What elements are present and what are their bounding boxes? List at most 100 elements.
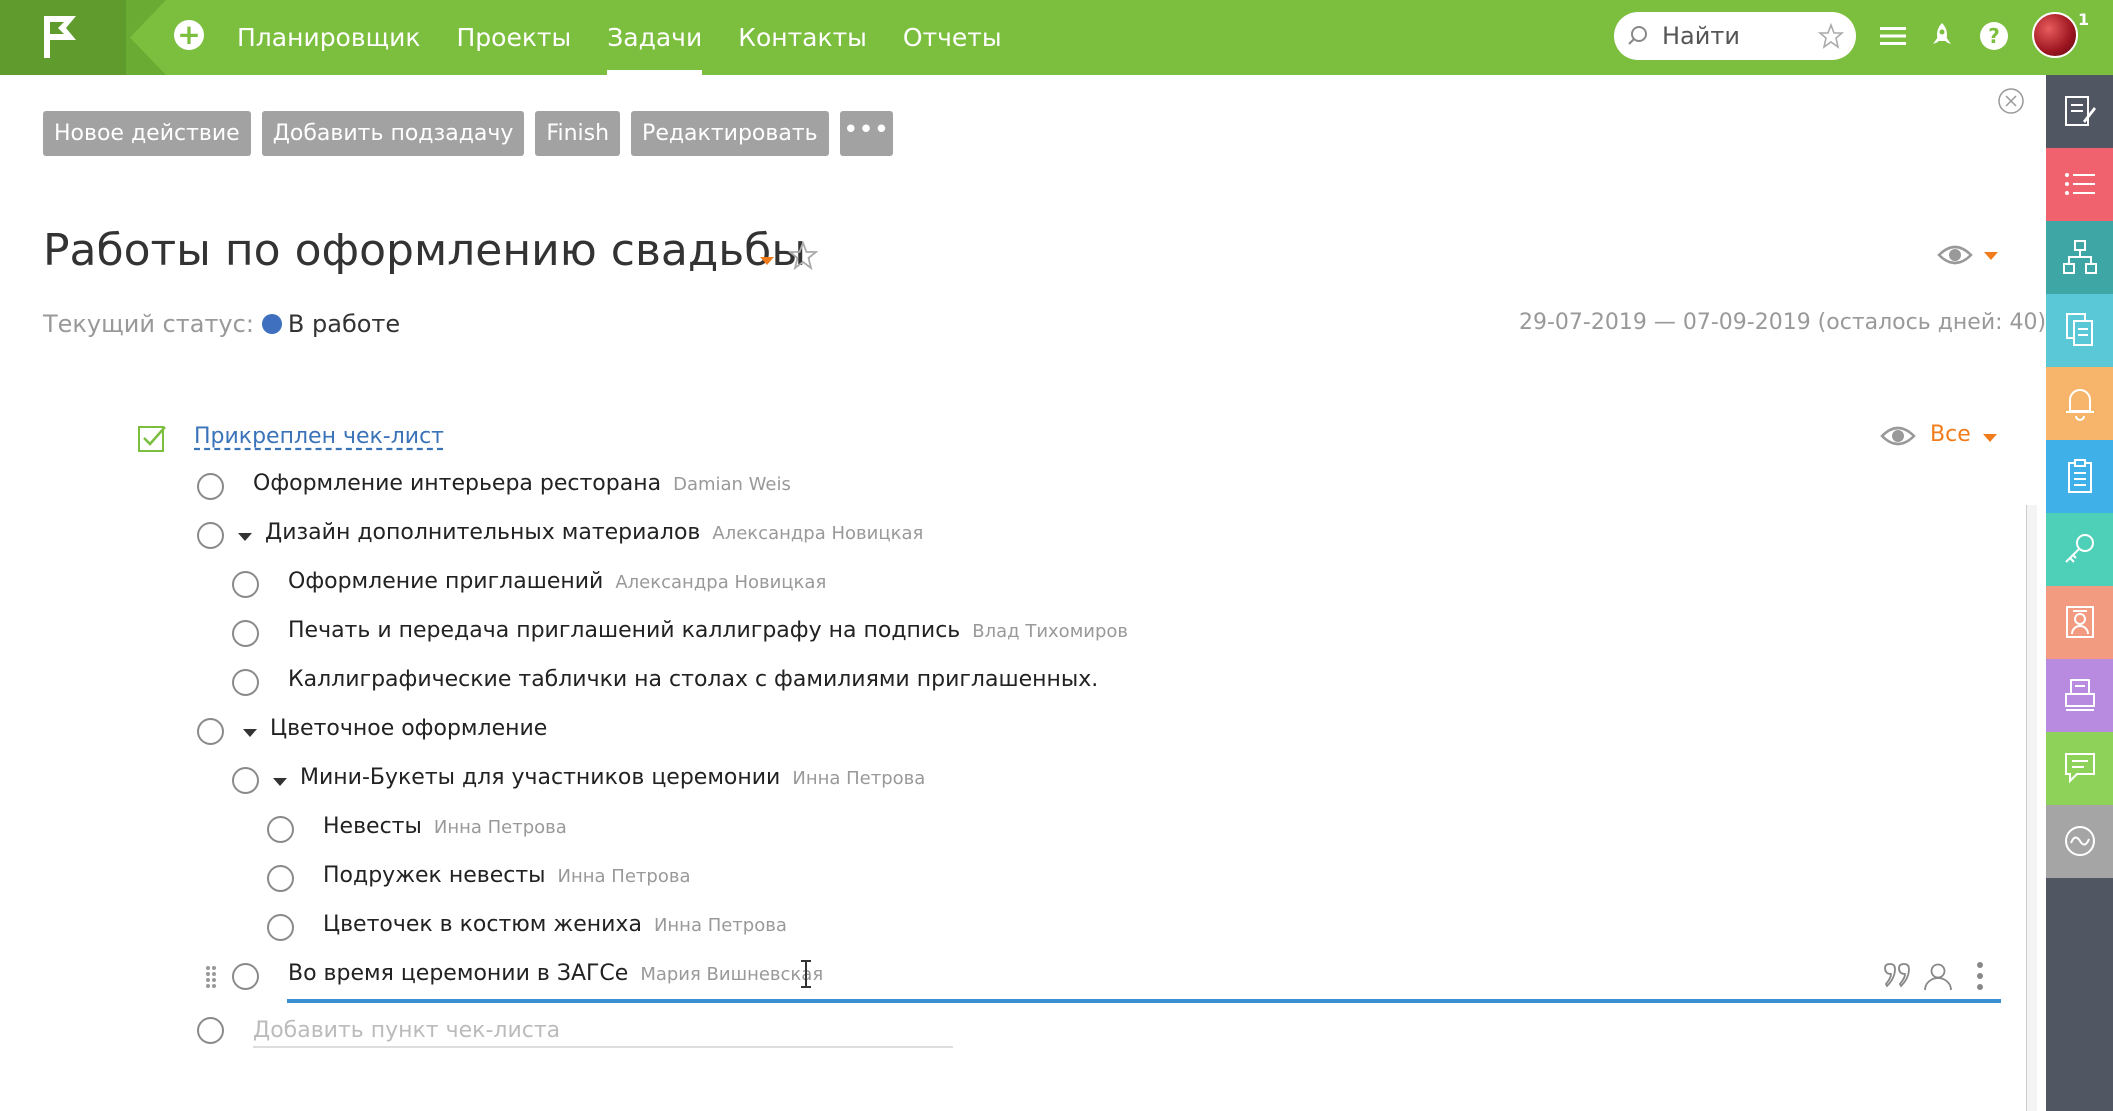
item-assignee[interactable]: Мария Вишневская xyxy=(640,964,823,985)
sidebar-list[interactable] xyxy=(2046,148,2113,221)
top-navigation-bar: + Планировщик Проекты Задачи Контакты От… xyxy=(0,0,2113,75)
item-text[interactable]: Дизайн дополнительных материалов xyxy=(265,520,700,545)
add-item-underline xyxy=(253,1046,953,1048)
task-dates: 29-07-2019 — 07-09-2019 (осталось дней: … xyxy=(1519,310,2047,335)
sidebar-notifications[interactable] xyxy=(2046,367,2113,440)
status-dot-icon xyxy=(261,314,282,334)
status-value[interactable]: В работе xyxy=(288,310,400,338)
nav-projects[interactable]: Проекты xyxy=(456,0,571,75)
add-item-checkbox xyxy=(197,1017,224,1044)
vertical-scrollbar[interactable] xyxy=(2026,505,2037,1111)
chat-icon xyxy=(2065,753,2095,784)
sidebar-chat[interactable] xyxy=(2046,732,2113,805)
assign-user-icon[interactable] xyxy=(1922,960,1954,992)
sidebar-documents[interactable] xyxy=(2046,294,2113,367)
more-button[interactable]: ••• xyxy=(839,111,893,156)
favorite-star-icon[interactable] xyxy=(787,240,819,272)
search-input[interactable]: Найти xyxy=(1662,12,1740,60)
item-text[interactable]: Во время церемонии в ЗАГСе xyxy=(288,961,628,986)
nav-planner[interactable]: Планировщик xyxy=(237,0,420,75)
quote-icon[interactable] xyxy=(1881,960,1913,992)
eye-icon[interactable] xyxy=(1880,423,1916,449)
item-assignee[interactable]: Damian Weis xyxy=(673,474,791,495)
logo-wedge xyxy=(120,0,166,75)
item-assignee[interactable]: Влад Тихомиров xyxy=(972,621,1128,642)
sidebar-edit-doc[interactable] xyxy=(2046,75,2113,148)
drag-handle-icon[interactable] xyxy=(204,964,218,990)
eye-icon[interactable] xyxy=(1937,242,1973,268)
item-checkbox[interactable] xyxy=(232,767,259,794)
more-vertical-icon[interactable] xyxy=(1964,960,1996,992)
rocket-icon[interactable] xyxy=(1926,20,1958,52)
item-checkbox[interactable] xyxy=(232,669,259,696)
text-cursor-icon xyxy=(801,960,811,988)
item-text[interactable]: Печать и передача приглашений каллиграфу… xyxy=(288,618,960,643)
main-nav: Планировщик Проекты Задачи Контакты Отче… xyxy=(237,0,1038,75)
menu-icon[interactable] xyxy=(1877,20,1909,52)
item-text[interactable]: Цветочек в костюм жениха xyxy=(323,912,642,937)
item-text[interactable]: Подружек невесты xyxy=(323,863,546,888)
sidebar-print[interactable] xyxy=(2046,659,2113,732)
sidebar-keys[interactable] xyxy=(2046,513,2113,586)
checkbox-checked-icon[interactable] xyxy=(137,423,167,453)
nav-tasks[interactable]: Задачи xyxy=(607,0,702,75)
nav-reports[interactable]: Отчеты xyxy=(903,0,1002,75)
create-plus-button[interactable]: + xyxy=(174,20,204,50)
list-icon xyxy=(2065,173,2095,195)
favorite-star-icon[interactable] xyxy=(1818,23,1844,49)
expand-caret-icon[interactable] xyxy=(238,533,252,541)
sidebar-clipboard[interactable] xyxy=(2046,440,2113,513)
add-checklist-item-input[interactable]: Добавить пункт чек-листа xyxy=(253,1018,560,1043)
item-assignee[interactable]: Инна Петрова xyxy=(558,866,691,887)
task-title: Работы по оформлению свадьбы xyxy=(43,225,807,276)
title-dropdown-caret-icon[interactable] xyxy=(760,257,774,265)
item-assignee[interactable]: Инна Петрова xyxy=(434,817,567,838)
sidebar-hierarchy[interactable] xyxy=(2046,221,2113,294)
nav-contacts[interactable]: Контакты xyxy=(738,0,867,75)
edit-button[interactable]: Редактировать xyxy=(631,111,829,156)
item-text[interactable]: Оформление интерьера ресторана xyxy=(253,471,661,496)
filter-caret-icon[interactable] xyxy=(1983,434,1997,442)
item-checkbox[interactable] xyxy=(197,522,224,549)
item-checkbox[interactable] xyxy=(232,571,259,598)
watch-dropdown-caret-icon[interactable] xyxy=(1984,252,1998,260)
logo-block[interactable] xyxy=(0,0,126,75)
documents-icon xyxy=(2066,313,2093,346)
item-assignee[interactable]: Инна Петрова xyxy=(792,768,925,789)
item-text[interactable]: Оформление приглашений xyxy=(288,569,603,594)
expand-caret-icon[interactable] xyxy=(243,729,257,737)
svg-text:?: ? xyxy=(1988,24,2000,48)
finish-button[interactable]: Finish xyxy=(535,111,621,156)
action-toolbar: Новое действие Добавить подзадачу Finish… xyxy=(43,111,904,156)
item-assignee[interactable]: Александра Новицкая xyxy=(615,572,826,593)
item-assignee[interactable]: Александра Новицкая xyxy=(712,523,923,544)
item-text[interactable]: Мини-Букеты для участников церемонии xyxy=(300,765,780,790)
item-text[interactable]: Каллиграфические таблички на столах с фа… xyxy=(288,667,1098,692)
user-avatar[interactable] xyxy=(2032,12,2078,58)
item-checkbox[interactable] xyxy=(267,914,294,941)
sidebar-activity[interactable] xyxy=(2046,805,2113,878)
new-action-button[interactable]: Новое действие xyxy=(43,111,251,156)
item-text[interactable]: Невесты xyxy=(323,814,422,839)
item-checkbox[interactable] xyxy=(267,816,294,843)
close-icon[interactable] xyxy=(1997,87,2025,115)
item-text[interactable]: Цветочное оформление xyxy=(270,716,547,741)
item-checkbox[interactable] xyxy=(197,718,224,745)
item-checkbox[interactable] xyxy=(197,473,224,500)
contact-card-icon xyxy=(2066,606,2094,638)
right-sidebar xyxy=(2046,75,2113,1111)
expand-caret-icon[interactable] xyxy=(273,778,287,786)
add-subtask-button[interactable]: Добавить подзадачу xyxy=(261,111,525,156)
active-item-underline xyxy=(287,999,2001,1003)
item-checkbox[interactable] xyxy=(232,620,259,647)
item-checkbox[interactable] xyxy=(267,865,294,892)
edit-doc-icon xyxy=(2065,96,2096,126)
help-icon[interactable]: ? xyxy=(1978,20,2010,52)
sidebar-contacts[interactable] xyxy=(2046,586,2113,659)
search-icon xyxy=(1628,26,1647,45)
checklist-filter[interactable]: Все xyxy=(1930,422,1971,447)
item-checkbox[interactable] xyxy=(232,963,259,990)
checklist-title[interactable]: Прикреплен чек-лист xyxy=(194,424,444,449)
search-box[interactable]: Найти xyxy=(1614,12,1856,60)
item-assignee[interactable]: Инна Петрова xyxy=(654,915,787,936)
